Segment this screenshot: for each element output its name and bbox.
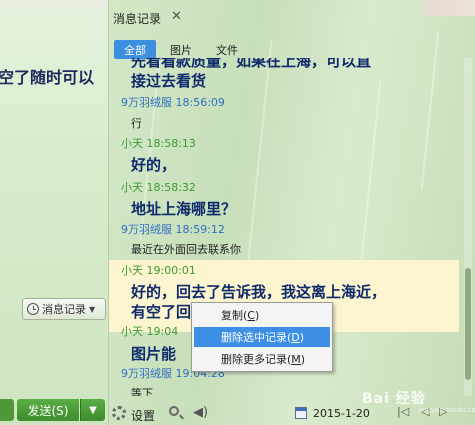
menu-item-delete-selected[interactable]: 删除选中记录(D) <box>194 327 330 347</box>
message-text: 好的，回去了告诉我，我这离上海近， <box>131 283 387 301</box>
history-date[interactable]: 2015-1-20 <box>313 407 370 420</box>
gear-icon[interactable] <box>112 406 126 420</box>
send-button[interactable]: 发送(S) <box>17 399 79 421</box>
history-filters: 全部 图片 文件 <box>114 40 252 59</box>
context-menu: 复制(C) 删除选中记录(D) 删除更多记录(M) <box>191 302 333 372</box>
tab-message-history[interactable]: 消息记录 <box>113 10 161 27</box>
scrollbar-thumb[interactable] <box>465 268 471 380</box>
filter-files[interactable]: 文件 <box>206 40 248 59</box>
menu-item-delete-more[interactable]: 删除更多记录(M) <box>194 349 330 369</box>
message-text: 好的， <box>131 156 177 174</box>
watermark-logo: Bai 经验 <box>362 391 426 407</box>
menu-item-label: 删除更多记录 <box>221 353 287 366</box>
message-sender-time: 9万羽绒服 18:56:09 <box>121 96 225 109</box>
menu-item-shortcut: C <box>247 308 255 322</box>
calendar-icon[interactable] <box>295 407 307 419</box>
search-icon[interactable] <box>169 406 179 416</box>
chat-message-tail: 空了随时可以 <box>0 68 95 87</box>
message-sender-time: 小天 19:00:01 <box>121 264 196 277</box>
filter-images[interactable]: 图片 <box>160 40 202 59</box>
menu-item-label: 复制 <box>221 309 243 322</box>
message-history-button[interactable]: 消息记录 ▼ <box>22 298 106 320</box>
clock-icon <box>27 303 39 315</box>
close-button-edge[interactable] <box>0 399 14 421</box>
speaker-icon[interactable]: ◀) <box>193 405 208 420</box>
message-sender-time: 小天 18:58:32 <box>121 181 196 194</box>
message-text: 地址上海哪里？ <box>131 200 237 218</box>
menu-item-label: 删除选中记录 <box>221 331 287 344</box>
message-text: 行 <box>131 117 142 130</box>
chat-header-strip <box>0 0 108 10</box>
message-text: 最近在外面回去联系你 <box>131 243 241 256</box>
close-icon[interactable]: ✕ <box>171 9 182 24</box>
menu-item-shortcut: D <box>291 330 300 344</box>
message-text: 接过去看货 <box>131 72 207 90</box>
history-tab-bar: 消息记录 ✕ <box>109 6 475 30</box>
chevron-down-icon: ▼ <box>89 304 96 314</box>
watermark-url: jingyan.baidu.com <box>418 406 475 414</box>
chat-pane: 空了随时可以 消息记录 ▼ 发送(S) ▼ <box>0 0 109 425</box>
send-options-button[interactable]: ▼ <box>80 399 105 421</box>
message-history-label: 消息记录 <box>42 303 86 316</box>
message-sender-time: 9万羽绒服 18:59:12 <box>121 223 225 236</box>
settings-button[interactable]: 设置 <box>131 407 155 424</box>
filter-all[interactable]: 全部 <box>114 40 156 59</box>
message-sender-time: 小天 18:58:13 <box>121 137 196 150</box>
menu-item-shortcut: M <box>291 352 301 366</box>
menu-item-copy[interactable]: 复制(C) <box>194 305 330 325</box>
